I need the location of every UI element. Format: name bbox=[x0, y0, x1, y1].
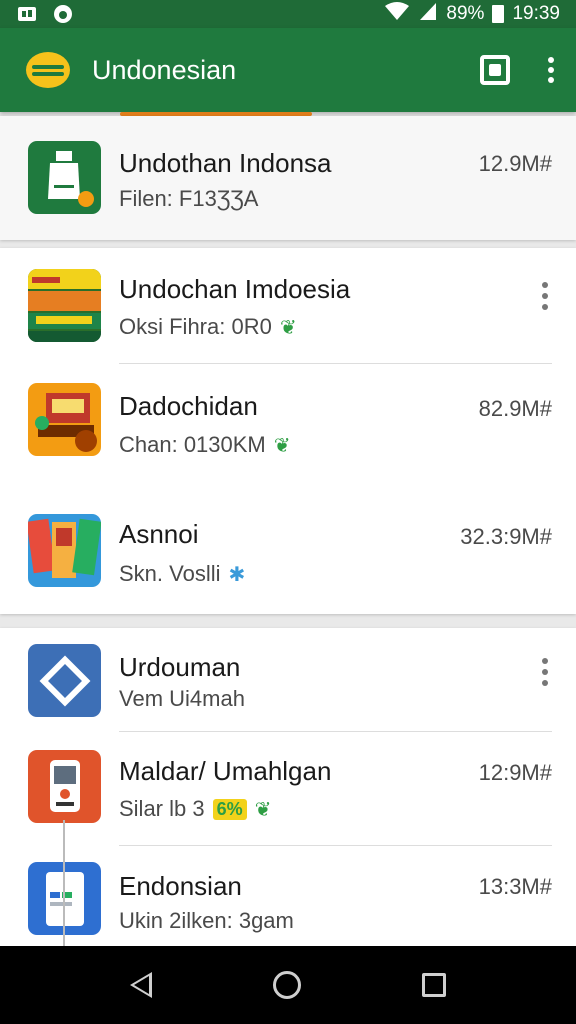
item-subtitle: Skn. Voslli bbox=[119, 561, 221, 586]
nav-bar bbox=[0, 946, 576, 1024]
list-item[interactable]: Asnnoi Skn. Voslli ✱ 32.3:9M# bbox=[0, 484, 576, 614]
notification-icon bbox=[52, 4, 74, 24]
logo-icon[interactable] bbox=[26, 52, 70, 88]
app-title: Undonesian bbox=[92, 54, 237, 85]
app-list-section-1: Undochan Imdoesia Oksi Fihra: 0R0 ❦ Dado… bbox=[0, 248, 576, 614]
item-size: 13:3M# bbox=[478, 874, 552, 899]
leaf-icon: ❦ bbox=[273, 434, 291, 457]
item-subtitle: Ukin 2ilken: 3gam bbox=[119, 908, 294, 933]
leaf-icon: ❦ bbox=[254, 798, 272, 821]
featured-subtitle: Filen: F13ƷƷA bbox=[119, 186, 259, 211]
list-item[interactable]: Dadochidan Chan: 0130KM ❦ 82.9M# bbox=[0, 364, 576, 484]
item-subtitle: Chan: 0130KM bbox=[119, 432, 266, 457]
item-menu-icon[interactable] bbox=[542, 658, 548, 686]
item-title: Undochan Imdoesia bbox=[119, 274, 351, 304]
item-subtitle: Vem Ui4mah bbox=[119, 686, 245, 711]
item-title: Dadochidan bbox=[119, 391, 258, 421]
item-subtitle: Silar lb 3 bbox=[119, 796, 205, 821]
item-title: Asnnoi bbox=[119, 519, 199, 549]
poster-icon bbox=[28, 269, 101, 342]
status-bar: 89% 19:39 bbox=[0, 0, 576, 28]
battery-percent: 89% bbox=[446, 3, 485, 24]
item-title: Endonsian bbox=[119, 871, 242, 901]
recents-icon[interactable] bbox=[421, 973, 446, 997]
device-icon bbox=[28, 750, 101, 823]
featured-size: 12.9M# bbox=[478, 151, 552, 176]
food-icon bbox=[28, 383, 101, 456]
battery-icon bbox=[492, 5, 505, 23]
item-size: 32.3:9M# bbox=[460, 524, 552, 549]
back-icon[interactable] bbox=[130, 972, 153, 998]
list-item[interactable]: Urdouman Vem Ui4mah bbox=[0, 628, 576, 732]
diamond-icon bbox=[28, 644, 101, 717]
item-size: 82.9M# bbox=[478, 396, 552, 421]
list-item[interactable]: Maldar/ Umahlgan Silar lb 3 6% ❦ 12:9M# bbox=[0, 732, 576, 846]
status-badge: 6% bbox=[212, 798, 247, 820]
app-bar: Undonesian bbox=[0, 28, 576, 112]
more-vert-icon[interactable] bbox=[546, 57, 556, 83]
home-icon[interactable] bbox=[272, 971, 301, 999]
item-size: 12:9M# bbox=[478, 760, 552, 785]
clock: 19:39 bbox=[512, 3, 560, 24]
featured-card[interactable]: Undothan Indonsa Filen: F13ƷƷA 12.9M# bbox=[0, 116, 576, 240]
signal-icon bbox=[418, 1, 438, 27]
wifi-icon bbox=[384, 1, 410, 27]
leaf-icon: ❦ bbox=[279, 316, 297, 339]
item-menu-icon[interactable] bbox=[542, 282, 548, 310]
leaf-icon: ✱ bbox=[228, 563, 246, 586]
square-action-icon[interactable] bbox=[480, 55, 510, 85]
app-list-section-2: Urdouman Vem Ui4mah Maldar/ Umahlgan Sil… bbox=[0, 628, 576, 946]
screenshot-icon bbox=[16, 4, 38, 24]
list-item[interactable]: Undochan Imdoesia Oksi Fihra: 0R0 ❦ bbox=[0, 248, 576, 364]
featured-title: Undothan Indonsa bbox=[119, 148, 332, 178]
connector-line bbox=[63, 820, 65, 946]
list-item[interactable]: Endonsian Ukin 2ilken: 3gam 13:3M# bbox=[0, 846, 576, 946]
item-title: Urdouman bbox=[119, 652, 241, 682]
item-title: Maldar/ Umahlgan bbox=[119, 756, 332, 786]
item-subtitle: Oksi Fihra: 0R0 bbox=[119, 314, 272, 339]
books-icon bbox=[28, 514, 101, 587]
bottle-icon bbox=[28, 141, 101, 214]
